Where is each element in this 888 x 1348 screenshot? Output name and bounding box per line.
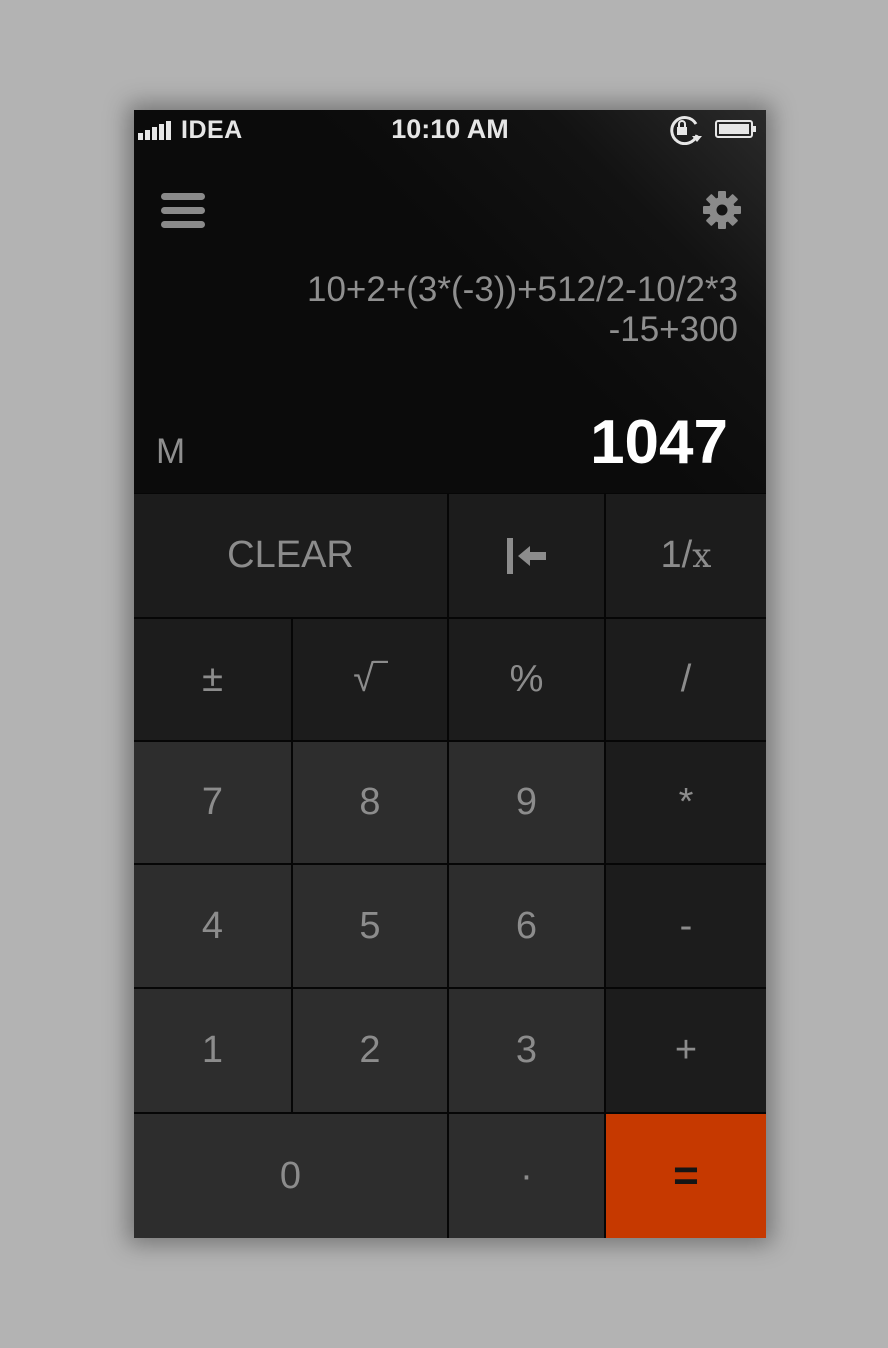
equals-button[interactable]: = <box>606 1114 766 1238</box>
digit-2-button[interactable]: 2 <box>293 989 447 1112</box>
digit-label: 1 <box>201 1029 224 1071</box>
digit-8-button[interactable]: 8 <box>293 742 447 863</box>
digit-label: 6 <box>515 904 538 947</box>
battery-icon <box>715 120 756 138</box>
digit-label: 9 <box>515 781 538 823</box>
digit-9-button[interactable]: 9 <box>449 742 604 863</box>
multiply-button[interactable]: * <box>606 742 766 863</box>
digit-label: 3 <box>515 1029 538 1071</box>
equals-label: = <box>673 1151 699 1200</box>
memory-indicator: M <box>156 432 186 471</box>
minus-label: - <box>679 904 693 947</box>
plus-label: + <box>674 1029 698 1071</box>
divide-button[interactable]: / <box>606 619 766 740</box>
digit-5-button[interactable]: 5 <box>293 865 447 987</box>
digit-1-button[interactable]: 1 <box>134 989 291 1112</box>
digit-0-button[interactable]: 0 <box>134 1114 447 1238</box>
digit-4-button[interactable]: 4 <box>134 865 291 987</box>
minus-button[interactable]: - <box>606 865 766 987</box>
clear-button[interactable]: CLEAR <box>134 494 447 617</box>
display-panel: IDEA 10:10 AM 10+2+(3*(-3))+512/2-10/2*3… <box>134 110 766 493</box>
clear-label: CLEAR <box>227 534 354 576</box>
gear-icon[interactable] <box>702 190 742 230</box>
multiply-label: * <box>678 781 694 823</box>
percent-button[interactable]: % <box>449 619 604 740</box>
expression-display: 10+2+(3*(-3))+512/2-10/2*3 -15+300 <box>268 270 738 350</box>
digit-7-button[interactable]: 7 <box>134 742 291 863</box>
divide-label: / <box>680 658 692 700</box>
digit-label: 2 <box>359 1029 381 1071</box>
digit-label: 4 <box>201 904 224 947</box>
status-bar: IDEA 10:10 AM <box>134 110 766 150</box>
expression-line: -15+300 <box>608 310 738 349</box>
decimal-button[interactable]: · <box>449 1114 604 1238</box>
keypad: CLEAR 1/x ± √‾ % / 7 8 9 * 4 5 6 - 1 2 3… <box>134 493 766 1238</box>
square-root-label: √‾ <box>353 658 387 700</box>
plus-button[interactable]: + <box>606 989 766 1112</box>
digit-label: 0 <box>279 1154 302 1197</box>
percent-label: % <box>509 658 544 700</box>
result-display: 1047 <box>590 408 728 477</box>
backspace-icon <box>506 537 546 574</box>
digit-label: 8 <box>359 781 381 823</box>
square-root-button[interactable]: √‾ <box>293 619 447 740</box>
phone-screen: IDEA 10:10 AM 10+2+(3*(-3))+512/2-10/2*3… <box>134 110 766 1238</box>
plus-minus-button[interactable]: ± <box>134 619 291 740</box>
digit-3-button[interactable]: 3 <box>449 989 604 1112</box>
digit-label: 5 <box>359 904 381 947</box>
decimal-label: · <box>520 1154 533 1197</box>
backspace-button[interactable] <box>449 494 604 617</box>
digit-6-button[interactable]: 6 <box>449 865 604 987</box>
hamburger-menu-icon[interactable] <box>160 192 206 230</box>
expression-line: 10+2+(3*(-3))+512/2-10/2*3 <box>307 270 738 309</box>
rotation-lock-icon <box>670 116 702 145</box>
digit-label: 7 <box>201 781 224 823</box>
reciprocal-button[interactable]: 1/x <box>606 494 766 617</box>
reciprocal-label: 1/x <box>660 534 712 576</box>
plus-minus-label: ± <box>202 658 223 700</box>
